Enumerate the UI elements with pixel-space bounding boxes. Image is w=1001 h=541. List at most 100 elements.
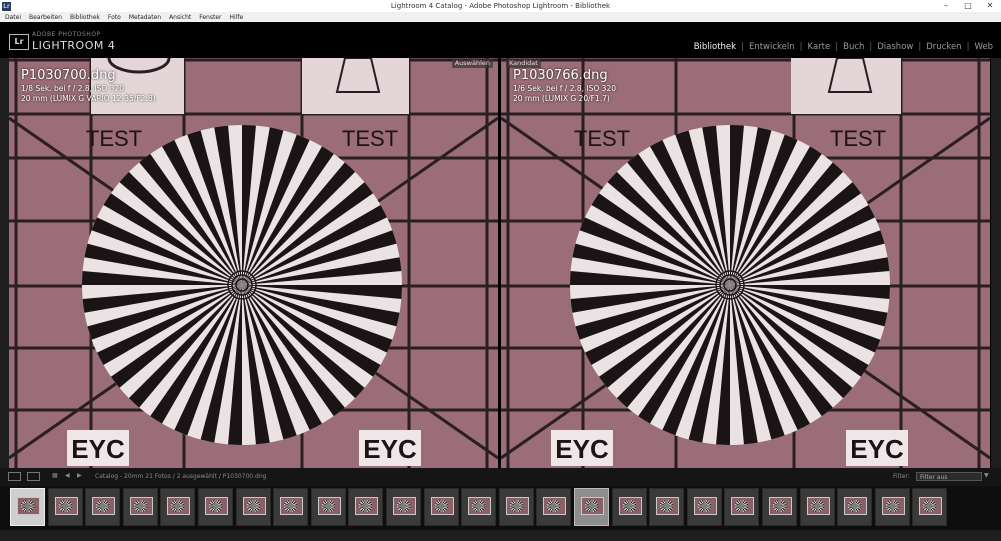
chart-eyc-text: EYC <box>71 434 125 464</box>
thumbnail-image <box>393 497 416 515</box>
select-exposure: 1/8 Sek. bei f / 2.8, ISO 320 <box>21 84 124 93</box>
bottom-panel-edge <box>0 530 1001 541</box>
grid-view-icon[interactable]: ▦ <box>52 472 58 481</box>
lightroom-logo: Lr <box>9 34 29 50</box>
menu-metadaten[interactable]: Metadaten <box>129 14 161 21</box>
filmstrip <box>0 486 1001 530</box>
menu-bibliothek[interactable]: Bibliothek <box>70 14 100 21</box>
secondary-window-icon[interactable] <box>27 472 40 481</box>
primary-window-icon[interactable] <box>8 472 21 481</box>
filmstrip-thumbnail[interactable] <box>122 488 158 526</box>
maximize-icon[interactable]: □ <box>957 0 979 12</box>
filmstrip-thumbnail[interactable] <box>762 488 797 526</box>
filter-label: Filter: <box>893 473 910 480</box>
thumbnail-image <box>280 497 304 515</box>
thumbnail-image <box>505 497 529 515</box>
module-separator: | <box>869 42 873 52</box>
module-entwickeln[interactable]: Entwickeln <box>749 42 795 52</box>
filmstrip-thumbnail[interactable] <box>874 488 910 526</box>
module-separator: | <box>835 42 839 52</box>
back-arrow-icon[interactable]: ◀ <box>65 472 70 481</box>
module-karte[interactable]: Karte <box>808 42 831 52</box>
filmstrip-thumbnail[interactable] <box>85 488 121 526</box>
filmstrip-thumbnail[interactable] <box>235 488 271 526</box>
menu-foto[interactable]: Foto <box>108 14 121 21</box>
filmstrip-thumbnail[interactable] <box>310 488 346 526</box>
menu-hilfe[interactable]: Hilfe <box>230 14 244 21</box>
minimize-icon[interactable]: – <box>935 0 957 12</box>
thumbnail-image <box>129 497 153 515</box>
window-title: Lightroom 4 Catalog - Adobe Photoshop Li… <box>390 2 611 10</box>
module-separator: | <box>918 42 922 52</box>
thumbnail-image <box>92 497 116 515</box>
thumbnail-image <box>17 497 40 515</box>
module-buch[interactable]: Buch <box>843 42 864 52</box>
filmstrip-thumbnail[interactable] <box>386 488 421 526</box>
top-target-block <box>791 58 901 114</box>
select-lens: 20 mm (LUMIX G VARIO 12-35/F2.8) <box>21 94 156 103</box>
candidate-pane[interactable]: TEST TEST EYC EYC Kandidat P1030766.dng 1/6… <box>501 58 990 468</box>
thumbnail-image <box>693 497 717 515</box>
thumbnail-image <box>242 497 266 515</box>
module-separator: | <box>741 42 744 52</box>
identity-vendor: ADOBE PHOTOSHOP <box>32 31 101 38</box>
test-chart-image: TEST TEST EYC EYC <box>501 58 990 468</box>
top-target-block <box>302 58 409 114</box>
select-info-overlay: P1030700.dng 1/8 Sek. bei f / 2.8, ISO 3… <box>21 68 156 104</box>
filmstrip-thumbnail[interactable] <box>10 488 45 526</box>
filmstrip-thumbnail[interactable] <box>837 488 873 526</box>
filmstrip-thumbnail[interactable] <box>498 488 534 526</box>
thumbnail-image <box>769 497 792 515</box>
candidate-filename: P1030766.dng <box>513 68 608 83</box>
filmstrip-thumbnail[interactable] <box>724 488 760 526</box>
filmstrip-thumbnail[interactable] <box>160 488 196 526</box>
select-pane[interactable]: TEST TEST EYC EYC Auswählen P1030700.dng 1/… <box>9 58 498 468</box>
filmstrip-source-info[interactable]: Catalog - 20mm 21 Fotos / 2 ausgewählt /… <box>95 473 266 480</box>
filmstrip-thumbnail[interactable] <box>912 488 948 526</box>
menu-ansicht[interactable]: Ansicht <box>169 14 191 21</box>
select-filename: P1030700.dng <box>21 68 116 83</box>
thumbnail-image <box>543 497 567 515</box>
menu-bearbeiten[interactable]: Bearbeiten <box>29 14 62 21</box>
module-drucken[interactable]: Drucken <box>926 42 961 52</box>
module-separator: | <box>966 42 970 52</box>
candidate-exposure: 1/6 Sek. bei f / 2.8, ISO 320 <box>513 84 616 93</box>
filter-dropdown[interactable]: Filter aus <box>916 472 982 481</box>
module-picker: Bibliothek | Entwickeln | Karte | Buch | Dia… <box>694 42 993 52</box>
compare-view: TEST TEST EYC EYC Auswählen P1030700.dng 1/… <box>9 58 991 468</box>
filmstrip-thumbnail[interactable] <box>461 488 497 526</box>
candidate-lens: 20 mm (LUMIX G 20/F1.7) <box>513 94 610 103</box>
thumbnail-image <box>167 497 191 515</box>
menu-datei[interactable]: Datei <box>5 14 21 21</box>
filmstrip-thumbnail[interactable] <box>423 488 459 526</box>
title-bar: Lr Lightroom 4 Catalog - Adobe Photoshop… <box>0 0 1001 12</box>
module-web[interactable]: Web <box>974 42 993 52</box>
module-separator: | <box>799 42 803 52</box>
chart-eyc-text: EYC <box>363 434 417 464</box>
thumbnail-image <box>468 497 492 515</box>
filmstrip-thumbnail[interactable] <box>686 488 722 526</box>
close-icon[interactable]: ✕ <box>979 0 1001 12</box>
filmstrip-thumbnail[interactable] <box>47 488 83 526</box>
thumbnail-image <box>919 497 943 515</box>
chart-test-text: TEST <box>574 126 630 151</box>
filmstrip-thumbnail[interactable] <box>536 488 572 526</box>
chart-test-text: TEST <box>830 126 886 151</box>
filter-lock-icon[interactable]: ▼ <box>984 472 993 481</box>
filmstrip-thumbnail[interactable] <box>649 488 685 526</box>
filmstrip-thumbnail[interactable] <box>273 488 309 526</box>
forward-arrow-icon[interactable]: ▶ <box>77 472 82 481</box>
identity-plate <box>0 22 1001 58</box>
filmstrip-thumbnail[interactable] <box>574 488 609 526</box>
filmstrip-thumbnail[interactable] <box>611 488 647 526</box>
window-controls: – □ ✕ <box>935 0 1001 12</box>
module-bibliothek[interactable]: Bibliothek <box>694 42 736 52</box>
select-label: Auswählen <box>451 59 493 68</box>
chart-test-text: TEST <box>342 126 398 151</box>
filmstrip-thumbnail[interactable] <box>348 488 384 526</box>
module-diashow[interactable]: Diashow <box>877 42 913 52</box>
filmstrip-thumbnail[interactable] <box>198 488 233 526</box>
menu-fenster[interactable]: Fenster <box>199 14 221 21</box>
filmstrip-thumbnail[interactable] <box>799 488 835 526</box>
thumbnail-image <box>581 497 604 515</box>
